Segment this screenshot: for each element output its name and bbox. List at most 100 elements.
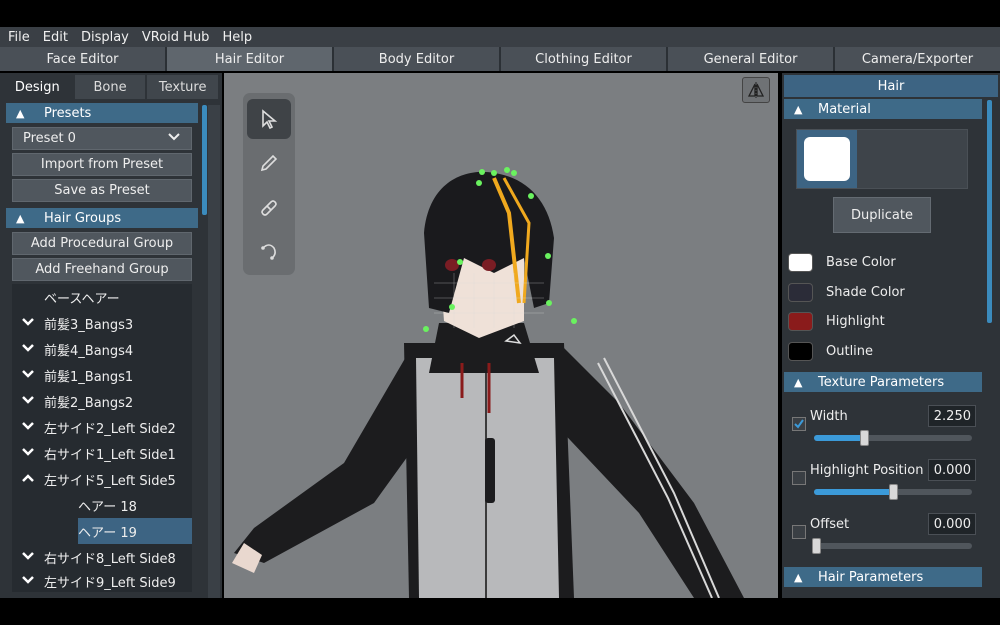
- right-scrollbar-thumb[interactable]: [987, 100, 992, 323]
- outline-swatch[interactable]: [788, 341, 813, 361]
- list-item[interactable]: ヘアー 18: [12, 492, 192, 518]
- character-model[interactable]: [224, 73, 778, 598]
- hair-groups-header[interactable]: ▲ Hair Groups: [6, 208, 198, 228]
- chevron-down-icon[interactable]: [12, 394, 44, 408]
- width-slider-knob[interactable]: [860, 430, 869, 446]
- list-item[interactable]: 前髪3_Bangs3: [12, 310, 192, 336]
- list-item-label: 右サイド8_Left Side8: [44, 551, 176, 567]
- tab-texture[interactable]: Texture: [147, 75, 219, 99]
- offset-slider-knob[interactable]: [812, 538, 821, 554]
- material-preview-strip: [796, 129, 968, 189]
- material-thumbnail[interactable]: [797, 130, 857, 188]
- tab-face-editor[interactable]: Face Editor: [0, 47, 165, 71]
- checkmark-icon: [794, 419, 804, 429]
- presets-header-label: Presets: [44, 105, 92, 121]
- chevron-down-icon[interactable]: [12, 316, 44, 330]
- chevron-up-icon[interactable]: [12, 472, 44, 486]
- eraser-tool-button[interactable]: [247, 187, 291, 227]
- list-item[interactable]: ベースヘアー: [12, 284, 192, 310]
- chevron-down-icon[interactable]: [12, 550, 44, 564]
- select-tool-button[interactable]: [247, 99, 291, 139]
- list-item[interactable]: 右サイド1_Left Side1: [12, 440, 192, 466]
- offset-value[interactable]: 0.000: [928, 513, 976, 535]
- duplicate-button[interactable]: Duplicate: [833, 197, 931, 233]
- base-color-row[interactable]: Base Color: [788, 251, 896, 273]
- list-item[interactable]: 右サイド8_Left Side8: [12, 544, 192, 570]
- add-procedural-group-button[interactable]: Add Procedural Group: [12, 232, 192, 255]
- highlight-position-label: Highlight Position: [810, 463, 924, 478]
- tab-bone[interactable]: Bone: [74, 75, 146, 99]
- list-item-selected[interactable]: ヘアー 19: [78, 518, 192, 544]
- right-panel: Hair ▲ Material Duplicate Base Color Sha…: [782, 73, 1000, 598]
- highlight-swatch[interactable]: [788, 311, 813, 331]
- add-freehand-group-button[interactable]: Add Freehand Group: [12, 258, 192, 281]
- shade-color-label: Shade Color: [826, 284, 905, 300]
- list-item-label: 右サイド1_Left Side1: [44, 447, 176, 463]
- menu-file[interactable]: File: [8, 30, 30, 45]
- presets-header[interactable]: ▲ Presets: [6, 103, 198, 123]
- list-item[interactable]: 左サイド2_Left Side2: [12, 414, 192, 440]
- offset-label: Offset: [810, 517, 850, 532]
- menu-vroid-hub[interactable]: VRoid Hub: [142, 30, 210, 45]
- highlight-position-slider-knob[interactable]: [889, 484, 898, 500]
- preset-dropdown[interactable]: Preset 0: [12, 127, 192, 150]
- offset-checkbox[interactable]: [792, 525, 806, 539]
- tab-camera-exporter[interactable]: Camera/Exporter: [835, 47, 1000, 71]
- chevron-up-icon: ▲: [16, 211, 25, 225]
- width-checkbox[interactable]: [792, 417, 806, 431]
- pen-icon: [260, 154, 278, 172]
- outline-label: Outline: [826, 343, 874, 359]
- panel-title: Hair: [784, 75, 998, 97]
- menu-display[interactable]: Display: [81, 30, 129, 45]
- hair-parameters-header[interactable]: ▲ Hair Parameters: [784, 567, 982, 587]
- 3d-viewport[interactable]: [224, 73, 778, 598]
- chevron-down-icon[interactable]: [12, 420, 44, 434]
- curve-tool-button[interactable]: [247, 231, 291, 271]
- list-item-label: 左サイド5_Left Side5: [44, 473, 176, 489]
- list-item[interactable]: 前髪1_Bangs1: [12, 362, 192, 388]
- highlight-row[interactable]: Highlight: [788, 310, 885, 332]
- material-header[interactable]: ▲ Material: [784, 99, 982, 119]
- highlight-label: Highlight: [826, 313, 885, 329]
- left-scrollbar-track[interactable]: [208, 105, 220, 598]
- import-from-preset-button[interactable]: Import from Preset: [12, 153, 192, 176]
- hair-groups-header-label: Hair Groups: [44, 210, 122, 226]
- menu-help[interactable]: Help: [222, 30, 252, 45]
- chevron-up-icon: ▲: [16, 106, 25, 120]
- chevron-down-icon[interactable]: [12, 446, 44, 460]
- width-value[interactable]: 2.250: [928, 405, 976, 427]
- menu-edit[interactable]: Edit: [43, 30, 68, 45]
- mirror-toggle-button[interactable]: [742, 77, 770, 103]
- shade-color-row[interactable]: Shade Color: [788, 281, 905, 303]
- list-item[interactable]: 左サイド9_Left Side9: [12, 570, 192, 592]
- list-item-label: 前髪2_Bangs2: [44, 395, 134, 411]
- chevron-down-icon[interactable]: [12, 342, 44, 356]
- shade-color-swatch[interactable]: [788, 282, 813, 302]
- list-item[interactable]: 前髪2_Bangs2: [12, 388, 192, 414]
- outline-row[interactable]: Outline: [788, 340, 873, 362]
- tab-body-editor[interactable]: Body Editor: [334, 47, 499, 71]
- tab-hair-editor[interactable]: Hair Editor: [167, 47, 332, 71]
- left-panel-content: ▲ Presets Preset 0 Import from Preset Sa…: [6, 103, 198, 598]
- highlight-position-checkbox[interactable]: [792, 471, 806, 485]
- offset-slider[interactable]: [812, 538, 972, 554]
- pen-tool-button[interactable]: [247, 143, 291, 183]
- highlight-position-slider-fill: [814, 489, 893, 495]
- list-item[interactable]: 左サイド5_Left Side5: [12, 466, 192, 492]
- base-color-swatch[interactable]: [788, 252, 813, 272]
- menu-bar: File Edit Display VRoid Hub Help: [0, 27, 1000, 47]
- width-slider[interactable]: [814, 430, 972, 446]
- save-as-preset-button[interactable]: Save as Preset: [12, 179, 192, 202]
- texture-parameters-header[interactable]: ▲ Texture Parameters: [784, 372, 982, 392]
- highlight-position-slider[interactable]: [814, 484, 972, 500]
- tab-clothing-editor[interactable]: Clothing Editor: [501, 47, 666, 71]
- width-label: Width: [810, 409, 848, 424]
- tab-general-editor[interactable]: General Editor: [668, 47, 833, 71]
- highlight-position-value[interactable]: 0.000: [928, 459, 976, 481]
- left-scrollbar-thumb[interactable]: [202, 105, 207, 215]
- tab-design[interactable]: Design: [2, 75, 73, 99]
- chevron-down-icon[interactable]: [12, 574, 44, 588]
- list-item[interactable]: 前髪4_Bangs4: [12, 336, 192, 362]
- list-item-label: 前髪3_Bangs3: [44, 317, 134, 333]
- chevron-down-icon[interactable]: [12, 368, 44, 382]
